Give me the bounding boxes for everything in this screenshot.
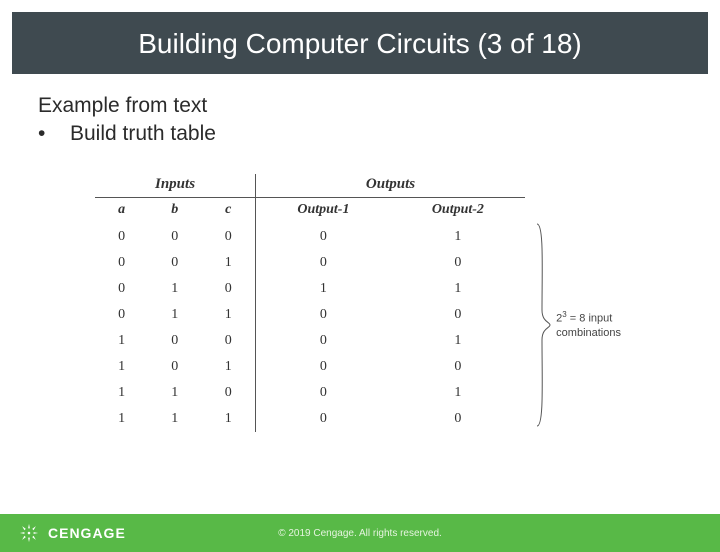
- cell: 0: [201, 328, 255, 354]
- title-bar: Building Computer Circuits (3 of 18): [12, 12, 708, 74]
- cell: 0: [256, 406, 391, 432]
- cell: 0: [201, 276, 255, 302]
- cell: 1: [95, 354, 148, 380]
- col-output2: Output-2: [391, 198, 525, 225]
- cell: 0: [148, 354, 201, 380]
- cell: 0: [95, 302, 148, 328]
- cell: 0: [95, 276, 148, 302]
- cell: 0: [201, 380, 255, 406]
- col-b: b: [148, 198, 201, 225]
- cell: 1: [148, 302, 201, 328]
- cell: 1: [148, 406, 201, 432]
- cell: 0: [148, 224, 201, 250]
- col-a: a: [95, 198, 148, 225]
- cell: 0: [391, 406, 525, 432]
- cell: 1: [201, 354, 255, 380]
- cell: 1: [201, 250, 255, 276]
- inputs-header: Inputs: [95, 174, 256, 198]
- table-row: 11100: [95, 406, 525, 432]
- cell: 1: [391, 328, 525, 354]
- cell: 0: [256, 328, 391, 354]
- cell: 0: [391, 354, 525, 380]
- cell: 1: [95, 406, 148, 432]
- cell: 1: [391, 380, 525, 406]
- slide-title: Building Computer Circuits (3 of 18): [12, 28, 708, 60]
- table-row: 01011: [95, 276, 525, 302]
- cell: 0: [256, 302, 391, 328]
- truth-table-figure: Inputs Outputs a b c Output-1 Output-2 0…: [95, 174, 625, 432]
- cell: 1: [391, 276, 525, 302]
- bullet-item: • Build truth table: [38, 122, 682, 146]
- cell: 0: [95, 250, 148, 276]
- cell: 1: [391, 224, 525, 250]
- table-row: 10001: [95, 328, 525, 354]
- cell: 1: [148, 276, 201, 302]
- cell: 0: [391, 302, 525, 328]
- cell: 0: [95, 224, 148, 250]
- cell: 0: [148, 250, 201, 276]
- cell: 1: [95, 380, 148, 406]
- bullet-text: Build truth table: [70, 122, 216, 146]
- brace-label: 23 = 8 inputcombinations: [556, 310, 621, 340]
- table-row: 11001: [95, 380, 525, 406]
- truth-table: Inputs Outputs a b c Output-1 Output-2 0…: [95, 174, 525, 432]
- truth-table-body: 0000100100010110110010001101001100111100: [95, 224, 525, 432]
- cell: 1: [201, 406, 255, 432]
- footer-logo: CENGAGE: [18, 522, 126, 544]
- brace-icon: [534, 220, 552, 430]
- cell: 1: [201, 302, 255, 328]
- footer-brand-text: CENGAGE: [48, 525, 126, 541]
- cell: 1: [256, 276, 391, 302]
- cell: 0: [391, 250, 525, 276]
- cell: 1: [148, 380, 201, 406]
- cell: 0: [148, 328, 201, 354]
- outputs-header: Outputs: [256, 174, 525, 198]
- cell: 0: [201, 224, 255, 250]
- cell: 0: [256, 354, 391, 380]
- cengage-starburst-icon: [18, 522, 40, 544]
- brace-annotation: 23 = 8 inputcombinations: [534, 220, 621, 430]
- cell: 0: [256, 224, 391, 250]
- table-row: 10100: [95, 354, 525, 380]
- intro-text: Example from text: [38, 94, 682, 118]
- footer-copyright: © 2019 Cengage. All rights reserved.: [278, 528, 442, 539]
- col-c: c: [201, 198, 255, 225]
- cell: 0: [256, 380, 391, 406]
- table-row: 00100: [95, 250, 525, 276]
- footer-bar: CENGAGE © 2019 Cengage. All rights reser…: [0, 514, 720, 552]
- table-row: 01100: [95, 302, 525, 328]
- col-output1: Output-1: [256, 198, 391, 225]
- table-row: 00001: [95, 224, 525, 250]
- cell: 1: [95, 328, 148, 354]
- slide-content: Example from text • Build truth table In…: [0, 74, 720, 432]
- cell: 0: [256, 250, 391, 276]
- bullet-marker: •: [38, 122, 48, 146]
